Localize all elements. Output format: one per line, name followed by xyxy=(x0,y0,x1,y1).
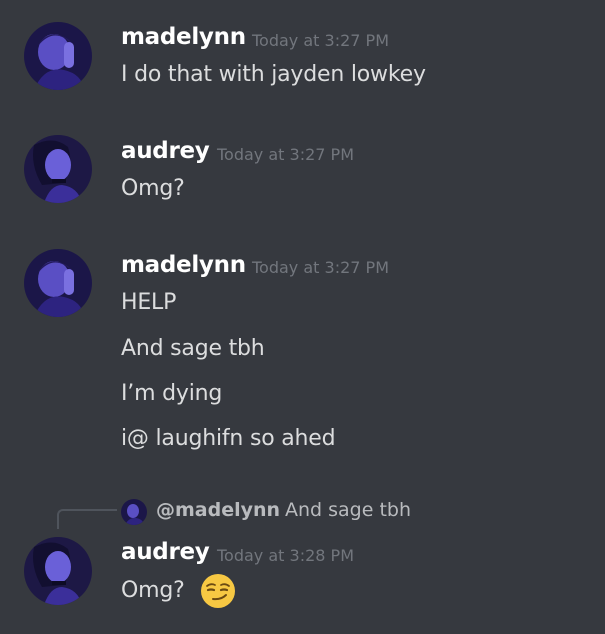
message-author[interactable]: madelynn xyxy=(121,24,246,50)
message-text: Omg? xyxy=(121,176,185,201)
reply-connector xyxy=(57,509,117,529)
message-text: I do that with jayden lowkey xyxy=(121,62,426,87)
reply-preview-text[interactable]: And sage tbh xyxy=(285,499,411,521)
message-timestamp: Today at 3:27 PM xyxy=(252,31,389,50)
reply-mention[interactable]: @madelynn xyxy=(156,499,280,521)
audrey-avatar[interactable] xyxy=(24,135,92,203)
message-timestamp: Today at 3:28 PM xyxy=(217,546,354,565)
message-timestamp: Today at 3:27 PM xyxy=(252,258,389,277)
message-author[interactable]: audrey xyxy=(121,539,210,565)
message-text: And sage tbh xyxy=(121,336,265,361)
madelynn-avatar[interactable] xyxy=(24,249,92,317)
audrey-avatar[interactable] xyxy=(24,537,92,605)
reply-avatar-icon[interactable] xyxy=(121,499,147,525)
smirking-face-icon xyxy=(201,574,235,608)
message-timestamp: Today at 3:27 PM xyxy=(217,145,354,164)
message-text: i@ laughifn so ahed xyxy=(121,426,336,451)
message-text: I’m dying xyxy=(121,381,223,406)
message-author[interactable]: madelynn xyxy=(121,252,246,278)
madelynn-avatar[interactable] xyxy=(24,22,92,90)
message-text: Omg? xyxy=(121,578,185,603)
message-text: HELP xyxy=(121,290,177,315)
message-author[interactable]: audrey xyxy=(121,138,210,164)
